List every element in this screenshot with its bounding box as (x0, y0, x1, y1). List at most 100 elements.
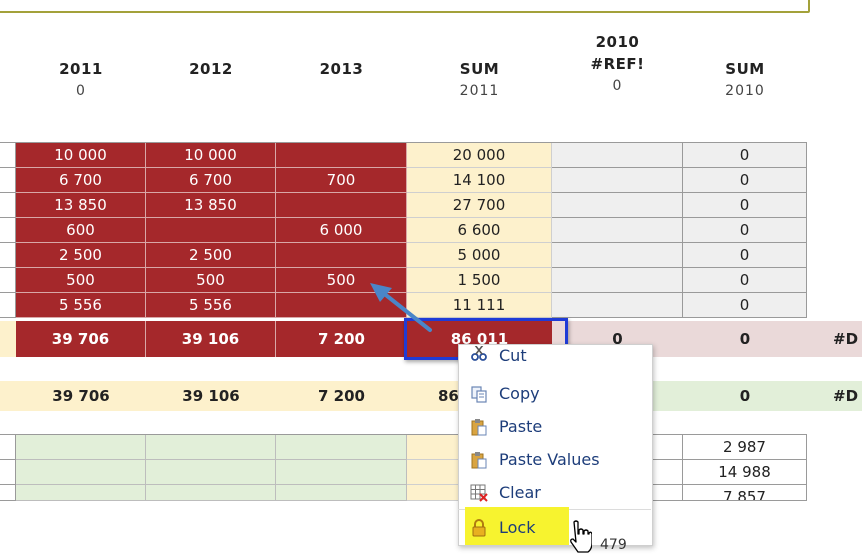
cell-sum-2010[interactable]: 0 (683, 243, 807, 268)
cell-ref[interactable] (552, 293, 683, 318)
cell-2011[interactable]: 2 500 (16, 243, 146, 268)
subtotal-extra: #D (833, 387, 859, 405)
cell-sum-2010[interactable]: 0 (683, 143, 807, 168)
cell-2012[interactable] (146, 435, 276, 460)
header-2011-sub: 0 (76, 83, 86, 99)
cell-2013[interactable] (276, 435, 407, 460)
row-stub[interactable] (0, 293, 16, 318)
row-stub[interactable] (0, 168, 16, 193)
cell-sum-2011[interactable]: 14 100 (407, 168, 552, 193)
lock-icon (472, 519, 486, 537)
cell-sum-2010[interactable]: 7 857 (683, 485, 807, 501)
cell-2011[interactable]: 10 000 (16, 143, 146, 168)
row-stub[interactable] (0, 485, 16, 501)
total-2012[interactable]: 39 106 (146, 321, 276, 357)
cell-2013[interactable]: 6 000 (276, 218, 407, 243)
menu-item-cut-label: Cut (499, 346, 527, 364)
cell-ref[interactable] (552, 193, 683, 218)
cell-sum-2010[interactable]: 0 (683, 218, 807, 243)
subtotal-sum-2010[interactable]: 0 (683, 378, 807, 414)
cell-2012[interactable] (146, 218, 276, 243)
header-2011-label: 2011 (59, 60, 103, 78)
subtotal-2012[interactable]: 39 106 (146, 378, 276, 414)
menu-item-lock[interactable]: Lock (466, 512, 566, 543)
menu-item-paste[interactable]: Paste (466, 411, 646, 442)
cell-2013[interactable] (276, 243, 407, 268)
cell-2011[interactable]: 600 (16, 218, 146, 243)
cell-sum-2011[interactable]: 20 000 (407, 143, 552, 168)
cell-sum-2010[interactable]: 0 (683, 268, 807, 293)
cell-ref[interactable] (552, 268, 683, 293)
total-2011[interactable]: 39 706 (16, 321, 146, 357)
cell-2013[interactable] (276, 143, 407, 168)
menu-item-lock-label: Lock (499, 518, 536, 537)
row-stub[interactable] (0, 268, 16, 293)
row-stub[interactable] (0, 435, 16, 460)
cell-2011[interactable] (16, 460, 146, 485)
cell-2011[interactable]: 5 556 (16, 293, 146, 318)
menu-item-clear[interactable]: Clear (466, 477, 646, 508)
menu-item-cut[interactable]: Cut (466, 346, 646, 364)
partial-cell-value: 479 (600, 537, 627, 553)
cell-2012[interactable] (146, 460, 276, 485)
header-sum-2010: SUM 2010 (683, 58, 807, 102)
cell-2012[interactable]: 5 556 (146, 293, 276, 318)
total-sum-2010[interactable]: 0 (683, 321, 807, 357)
header-ref-sub: 0 (612, 78, 623, 94)
menu-item-copy[interactable]: Copy (466, 378, 646, 409)
header-2010-ref: 2010 #REF! 0 (552, 31, 683, 97)
cell-2012[interactable]: 2 500 (146, 243, 276, 268)
total-row-stub (0, 321, 16, 357)
cell-2012[interactable] (146, 485, 276, 501)
cell-2013[interactable] (276, 193, 407, 218)
hand-cursor-icon (570, 520, 592, 553)
cell-2012[interactable]: 6 700 (146, 168, 276, 193)
header-sum-sub: 2011 (459, 83, 500, 99)
header-2012-label: 2012 (189, 60, 233, 78)
cell-sum-2011[interactable]: 27 700 (407, 193, 552, 218)
cell-2011[interactable]: 500 (16, 268, 146, 293)
row-stub[interactable] (0, 218, 16, 243)
cell-2011[interactable]: 13 850 (16, 193, 146, 218)
menu-item-paste-values-label: Paste Values (499, 450, 600, 469)
cell-sum-2011[interactable]: 6 600 (407, 218, 552, 243)
row-stub[interactable] (0, 243, 16, 268)
subtotal-2011[interactable]: 39 706 (16, 378, 146, 414)
header-sum-2010-label: SUM (725, 60, 765, 78)
paste-icon (471, 419, 487, 436)
cell-2013[interactable] (276, 460, 407, 485)
menu-item-copy-label: Copy (499, 384, 540, 403)
menu-item-paste-values[interactable]: Paste Values (466, 444, 646, 475)
header-2011: 2011 0 (16, 58, 146, 102)
cell-2012[interactable]: 10 000 (146, 143, 276, 168)
cell-sum-2010[interactable]: 2 987 (683, 435, 807, 460)
cell-ref[interactable] (552, 243, 683, 268)
header-2013: 2013 (276, 58, 407, 80)
cell-2011[interactable]: 6 700 (16, 168, 146, 193)
cell-sum-2010[interactable]: 0 (683, 193, 807, 218)
header-sum-2010-sub: 2010 (725, 83, 765, 99)
cell-ref[interactable] (552, 143, 683, 168)
subtotal-2013[interactable]: 7 200 (276, 378, 407, 414)
cell-2013[interactable] (276, 485, 407, 501)
paste-values-icon (471, 452, 487, 469)
cell-2012[interactable]: 13 850 (146, 193, 276, 218)
row-stub[interactable] (0, 193, 16, 218)
cell-sum-2011[interactable]: 5 000 (407, 243, 552, 268)
cell-sum-2010[interactable]: 14 988 (683, 460, 807, 485)
cell-2012[interactable]: 500 (146, 268, 276, 293)
row-stub[interactable] (0, 460, 16, 485)
cell-ref[interactable] (552, 168, 683, 193)
annotation-arrow-icon (370, 283, 432, 332)
cell-2011[interactable] (16, 435, 146, 460)
cell-ref[interactable] (552, 218, 683, 243)
header-sum-2011: SUM 2011 (407, 58, 552, 102)
clear-icon (470, 484, 488, 502)
cell-sum-2010[interactable]: 0 (683, 168, 807, 193)
cell-2013[interactable]: 700 (276, 168, 407, 193)
cell-sum-2010[interactable]: 0 (683, 293, 807, 318)
row-stub[interactable] (0, 143, 16, 168)
cell-2011[interactable] (16, 485, 146, 501)
header-2013-label: 2013 (319, 60, 364, 78)
total-extra: #D (833, 330, 859, 348)
